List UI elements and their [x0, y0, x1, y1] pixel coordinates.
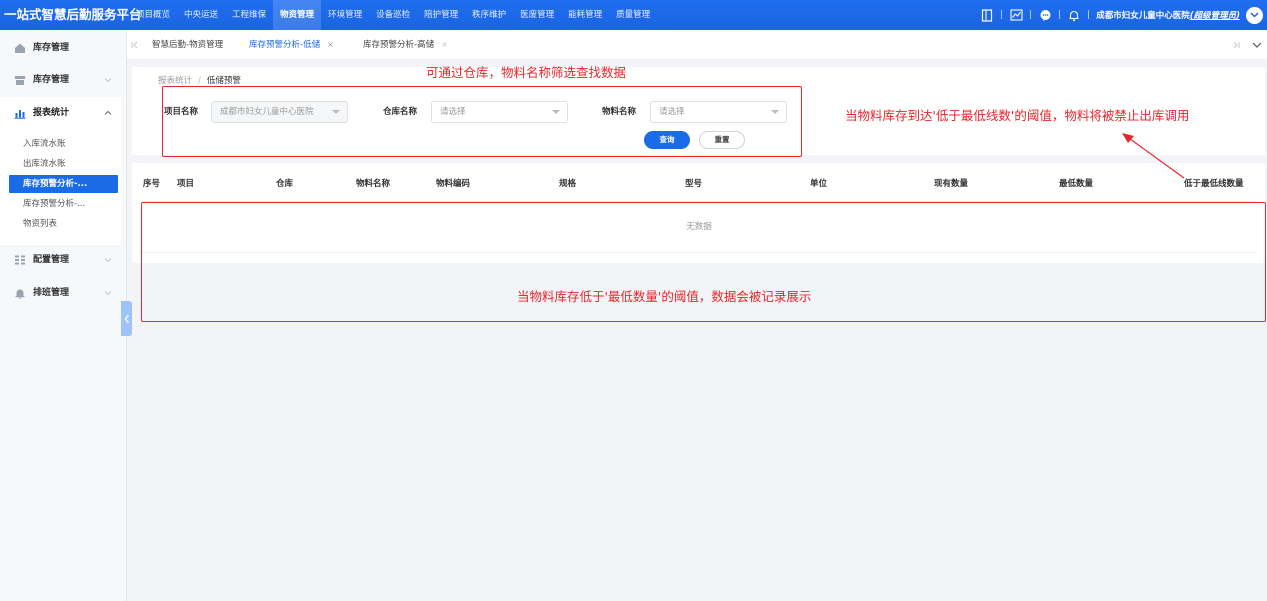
col-project: 项目 — [177, 179, 195, 189]
sidebar-collapse-button[interactable] — [121, 301, 132, 336]
bell-icon[interactable] — [1067, 8, 1081, 22]
tab-scroll-left-icon[interactable] — [129, 39, 141, 51]
tab-materials-home[interactable]: 智慧后勤-物资管理 — [152, 30, 223, 60]
user-info[interactable]: 成都市妇女儿童中心医院(超级管理员) — [1096, 9, 1240, 21]
divider: | — [1000, 10, 1004, 20]
bell-icon — [14, 287, 26, 299]
col-min-qty: 最低数量 — [1059, 179, 1094, 189]
sidebar-item-low-stock-warning[interactable]: 库存预警分析-... — [9, 175, 118, 193]
tab-high-stock-warning[interactable]: 库存预警分析-高储 × — [363, 30, 448, 60]
tab-low-stock-warning[interactable]: 库存预警分析-低储 × — [249, 30, 334, 60]
divider: | — [1029, 10, 1033, 20]
nav-item-overview[interactable]: 项目概览 — [129, 0, 177, 30]
tab-bar: 智慧后勤-物资管理 库存预警分析-低储 × 库存预警分析-高储 × — [127, 30, 1267, 60]
chevron-down-icon[interactable] — [1246, 6, 1263, 24]
top-bar: 一站式智慧后勤服务平台 项目概览 中央运送 工程维保 物资管理 环境管理 设备巡… — [0, 0, 1267, 30]
user-org: 成都市妇女儿童中心医院 — [1096, 11, 1190, 21]
col-spec: 规格 — [559, 179, 577, 189]
col-below-min-qty: 低于最低线数量 — [1184, 179, 1244, 189]
tab-scroll-right-icon[interactable] — [1230, 39, 1242, 51]
top-right-tools: | | | | 成都市妇女儿童中心医院(超级管理员) — [980, 0, 1263, 30]
col-warehouse: 仓库 — [276, 179, 294, 189]
box-icon — [14, 74, 26, 86]
user-role: (超级管理员) — [1189, 11, 1240, 21]
nav-item-transport[interactable]: 中央运送 — [177, 0, 225, 30]
message-icon[interactable] — [1038, 8, 1052, 22]
nav-item-quality[interactable]: 质量管理 — [609, 0, 657, 30]
top-nav: 项目概览 中央运送 工程维保 物资管理 环境管理 设备巡检 陪护管理 秩序维护 … — [129, 0, 657, 30]
nav-item-inspection[interactable]: 设备巡检 — [369, 0, 417, 30]
sidebar-group-reports[interactable]: 报表统计 — [0, 97, 121, 129]
grid-icon — [14, 254, 26, 266]
col-model: 型号 — [685, 179, 703, 189]
sidebar-group-label: 排班管理 — [33, 288, 70, 298]
nav-item-escort[interactable]: 陪护管理 — [417, 0, 465, 30]
sidebar-item-high-stock-warning[interactable]: 库存预警分析-... — [9, 195, 118, 213]
sidebar-item-material-list[interactable]: 物资列表 — [9, 215, 118, 233]
sidebar-item-outbound-ledger[interactable]: 出库流水账 — [9, 155, 118, 173]
table-header: 序号 项目 仓库 物料名称 物料编码 规格 型号 单位 现有数量 最低数量 低于… — [132, 173, 1265, 195]
chevron-down-icon — [104, 256, 112, 264]
home-icon — [14, 42, 26, 54]
col-material-name: 物料名称 — [356, 179, 391, 189]
col-current-qty: 现有数量 — [934, 179, 969, 189]
nav-item-energy[interactable]: 能耗管理 — [561, 0, 609, 30]
annotation-arrow — [1122, 133, 1185, 179]
sidebar-group-label: 库存管理 — [33, 75, 70, 85]
close-icon[interactable]: × — [327, 30, 334, 60]
tab-label: 智慧后勤-物资管理 — [152, 40, 224, 50]
breadcrumb-current: 低储预警 — [206, 76, 241, 86]
threshold-annotation-text: 当物料库存到达'低于最低线数'的阈值，物料将被禁止出库调用 — [845, 108, 1190, 123]
book-icon[interactable] — [980, 8, 994, 22]
sidebar-group-label: 配置管理 — [33, 255, 70, 265]
chevron-up-icon — [104, 109, 112, 117]
table-annotation-text: 当物料库存低于'最低数量'的阈值，数据会被记录展示 — [517, 289, 812, 304]
breadcrumb-parent[interactable]: 报表统计 — [158, 76, 192, 86]
nav-item-order[interactable]: 秩序维护 — [465, 0, 513, 30]
divider: | — [1058, 10, 1062, 20]
sidebar-submenu: 入库流水账 出库流水账 库存预警分析-... 库存预警分析-... 物资列表 — [0, 127, 121, 245]
sidebar-group-inventory[interactable]: 库存管理 — [0, 32, 127, 64]
breadcrumb: 报表统计 / 低储预警 — [158, 74, 241, 86]
sidebar-group-scheduling[interactable]: 排班管理 — [0, 277, 127, 309]
breadcrumb-separator: / — [198, 76, 201, 86]
tab-label: 库存预警分析-低储 — [249, 40, 321, 50]
nav-item-materials[interactable]: 物资管理 — [273, 0, 322, 30]
chevron-down-icon — [104, 289, 112, 297]
nav-item-maintenance[interactable]: 工程维保 — [225, 0, 273, 30]
chevron-down-icon[interactable] — [1251, 39, 1263, 51]
filter-annotation-text: 可通过仓库，物料名称筛选查找数据 — [426, 65, 627, 80]
nav-item-environment[interactable]: 环境管理 — [321, 0, 369, 30]
trend-chart-icon[interactable] — [1009, 8, 1023, 22]
filter-annotation-box — [162, 86, 802, 157]
close-icon[interactable]: × — [441, 30, 448, 60]
divider: | — [1087, 10, 1091, 20]
tab-label: 库存预警分析-高储 — [363, 40, 435, 50]
sidebar-group-label: 报表统计 — [33, 108, 70, 118]
sidebar-group-stock[interactable]: 库存管理 — [0, 64, 127, 96]
chevron-down-icon — [104, 76, 112, 84]
nav-item-medical-waste[interactable]: 医废管理 — [513, 0, 561, 30]
sidebar-group-config[interactable]: 配置管理 — [0, 244, 127, 276]
col-material-code: 物料编码 — [436, 179, 471, 189]
col-unit: 单位 — [810, 179, 828, 189]
brand-title: 一站式智慧后勤服务平台 — [4, 7, 142, 22]
sidebar-group-label: 库存管理 — [33, 43, 70, 53]
bar-chart-icon — [14, 107, 26, 119]
sidebar: 库存管理 库存管理 报表统计 入库流水账 出库流水账 库存预警分析-... 库存… — [0, 30, 127, 601]
col-index: 序号 — [143, 179, 161, 189]
sidebar-item-inbound-ledger[interactable]: 入库流水账 — [9, 135, 118, 153]
